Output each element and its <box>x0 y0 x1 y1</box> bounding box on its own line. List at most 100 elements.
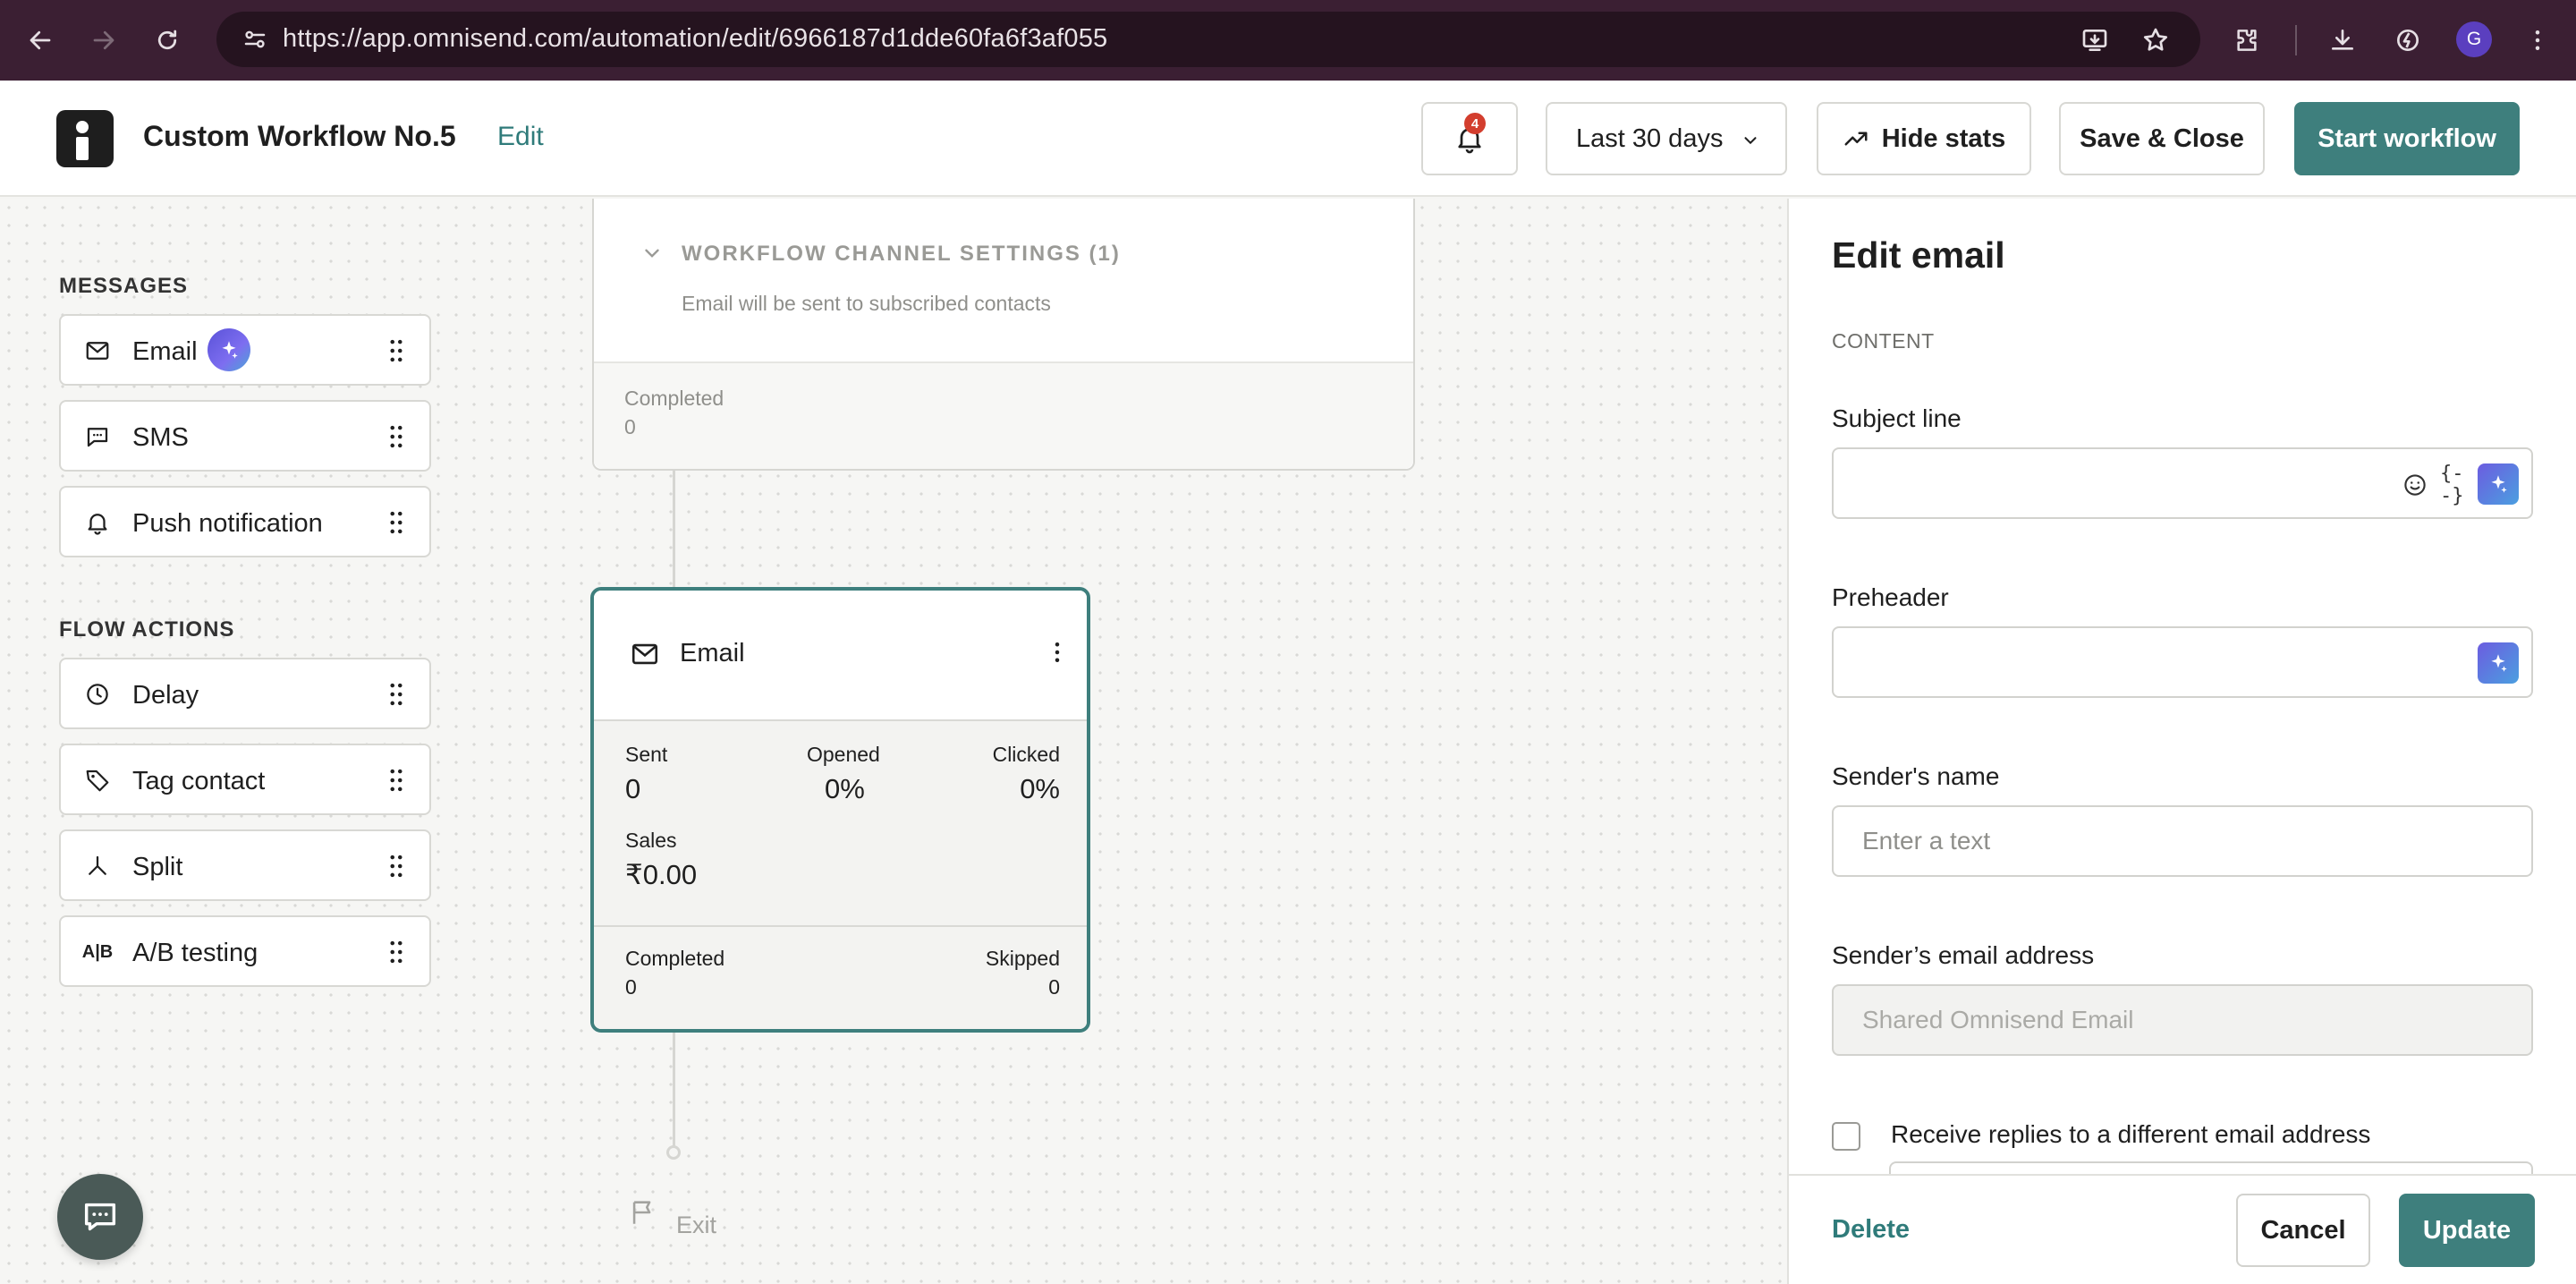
forward-arrow-icon[interactable] <box>85 21 123 59</box>
edit-email-panel: Edit email CONTENT Subject line {--} Pre… <box>1787 199 2576 1284</box>
bookmark-star-icon[interactable] <box>2140 24 2172 56</box>
drag-handle-icon[interactable] <box>381 937 411 972</box>
settings-card-subtitle: Email will be sent to subscribed contact… <box>682 292 1051 315</box>
notifications-button[interactable]: 4 <box>1421 102 1518 175</box>
ai-sparkle-icon[interactable] <box>2478 463 2519 505</box>
drag-handle-icon[interactable] <box>381 851 411 886</box>
reload-icon[interactable] <box>148 21 186 59</box>
completed-value: 0 <box>625 975 637 999</box>
save-close-button[interactable]: Save & Close <box>2059 102 2265 175</box>
flag-icon <box>628 1197 658 1232</box>
sales-value: ₹0.00 <box>625 859 698 890</box>
email-node-card[interactable]: Email Sent 0 Opened 0% Clicked 0% Sales … <box>590 587 1090 1033</box>
chevron-down-icon <box>1744 137 1757 145</box>
browser-toolbar: https://app.omnisend.com/automation/edit… <box>0 0 2576 81</box>
reply-to-checkbox[interactable] <box>1832 1122 1860 1151</box>
extensions-puzzle-icon[interactable] <box>2228 21 2266 59</box>
notification-count-badge: 4 <box>1464 113 1486 134</box>
clicked-label: Clicked <box>992 743 1060 766</box>
date-range-select[interactable]: Last 30 days <box>1546 102 1787 175</box>
browser-menu-icon[interactable] <box>2519 21 2556 59</box>
personalization-vars-icon[interactable]: {--} <box>2440 463 2472 507</box>
drag-handle-icon[interactable] <box>381 336 411 370</box>
date-range-label: Last 30 days <box>1576 123 1724 153</box>
palette-item-tag-contact[interactable]: Tag contact <box>59 744 431 815</box>
sent-value: 0 <box>625 773 641 804</box>
preheader-input[interactable] <box>1832 626 2533 698</box>
back-arrow-icon[interactable] <box>21 21 59 59</box>
downloads-icon[interactable] <box>2324 21 2361 59</box>
bell-icon <box>82 507 113 538</box>
palette-item-label: SMS <box>132 423 189 452</box>
palette-item-email[interactable]: Email <box>59 314 431 386</box>
chat-support-button[interactable] <box>57 1174 143 1260</box>
edit-title-link[interactable]: Edit <box>497 122 544 152</box>
site-settings-icon[interactable] <box>242 26 268 57</box>
sender-email-value: Shared Omnisend Email <box>1862 1006 2134 1033</box>
split-icon <box>82 851 113 881</box>
workflow-title: Custom Workflow No.5 <box>143 120 456 152</box>
palette-item-push-notification[interactable]: Push notification <box>59 486 431 557</box>
flow-connector <box>673 1033 675 1147</box>
mail-icon <box>630 639 660 674</box>
email-node-footer: Completed 0 Skipped 0 <box>594 925 1087 1029</box>
sender-email-field: Shared Omnisend Email <box>1832 984 2533 1056</box>
install-app-icon[interactable] <box>2079 24 2111 56</box>
performance-icon[interactable] <box>2389 21 2427 59</box>
omnisend-logo[interactable] <box>56 110 114 167</box>
workflow-channel-settings-card[interactable]: WORKFLOW CHANNEL SETTINGS (1) Email will… <box>592 199 1415 471</box>
connector-endpoint <box>666 1145 681 1160</box>
completed-value: 0 <box>624 415 636 438</box>
sender-name-placeholder: Enter a text <box>1862 827 1991 855</box>
chat-icon <box>84 1203 116 1231</box>
tag-icon <box>82 765 113 795</box>
update-button[interactable]: Update <box>2399 1194 2535 1267</box>
sent-label: Sent <box>625 743 668 766</box>
sales-label: Sales <box>625 829 677 852</box>
messages-heading: MESSAGES <box>59 274 189 298</box>
drag-handle-icon[interactable] <box>381 765 411 800</box>
subject-line-input[interactable]: {--} <box>1832 447 2533 519</box>
completed-label: Completed <box>625 947 725 970</box>
preheader-label: Preheader <box>1832 583 1949 611</box>
hide-stats-label: Hide stats <box>1881 123 2006 153</box>
sender-name-input[interactable]: Enter a text <box>1832 805 2533 877</box>
trending-up-icon <box>1844 132 1868 146</box>
palette-item-label: A/B testing <box>132 939 258 967</box>
content-section-label: CONTENT <box>1832 329 1935 353</box>
palette-item-split[interactable]: Split <box>59 829 431 901</box>
flow-connector <box>673 471 675 587</box>
opened-value: 0% <box>825 773 865 804</box>
toolbar-separator <box>2295 25 2297 55</box>
sender-email-label: Sender’s email address <box>1832 941 2095 969</box>
email-node-header: Email <box>594 591 1087 721</box>
drag-handle-icon[interactable] <box>381 421 411 456</box>
palette-item-sms[interactable]: SMS <box>59 400 431 472</box>
cancel-button[interactable]: Cancel <box>2236 1194 2370 1267</box>
skipped-label: Skipped <box>985 947 1060 970</box>
flow-actions-heading: FLOW ACTIONS <box>59 617 235 642</box>
drag-handle-icon[interactable] <box>381 507 411 542</box>
start-workflow-button[interactable]: Start workflow <box>2294 102 2520 175</box>
email-node-title: Email <box>680 639 745 668</box>
ai-sparkle-icon[interactable] <box>2478 642 2519 684</box>
profile-avatar[interactable]: G <box>2456 21 2492 57</box>
palette-item-label: Tag contact <box>132 767 266 795</box>
url-text: https://app.omnisend.com/automation/edit… <box>283 24 1108 53</box>
palette-item-ab-testing[interactable]: A|B A/B testing <box>59 915 431 987</box>
sender-name-label: Sender's name <box>1832 762 2000 790</box>
palette-item-delay[interactable]: Delay <box>59 658 431 729</box>
clock-icon <box>82 679 113 710</box>
ai-sparkle-icon[interactable] <box>208 328 250 371</box>
skipped-value: 0 <box>1048 975 1060 999</box>
more-options-icon[interactable] <box>1044 637 1071 672</box>
chat-bubble-icon <box>82 421 113 452</box>
reply-to-checkbox-label: Receive replies to a different email add… <box>1891 1120 2371 1148</box>
hide-stats-button[interactable]: Hide stats <box>1817 102 2031 175</box>
delete-button[interactable]: Delete <box>1832 1215 1910 1245</box>
chevron-down-icon[interactable] <box>640 242 664 269</box>
emoji-icon[interactable] <box>2399 469 2431 501</box>
drag-handle-icon[interactable] <box>381 679 411 714</box>
address-bar[interactable]: https://app.omnisend.com/automation/edit… <box>216 12 2200 67</box>
subject-line-label: Subject line <box>1832 404 1962 432</box>
